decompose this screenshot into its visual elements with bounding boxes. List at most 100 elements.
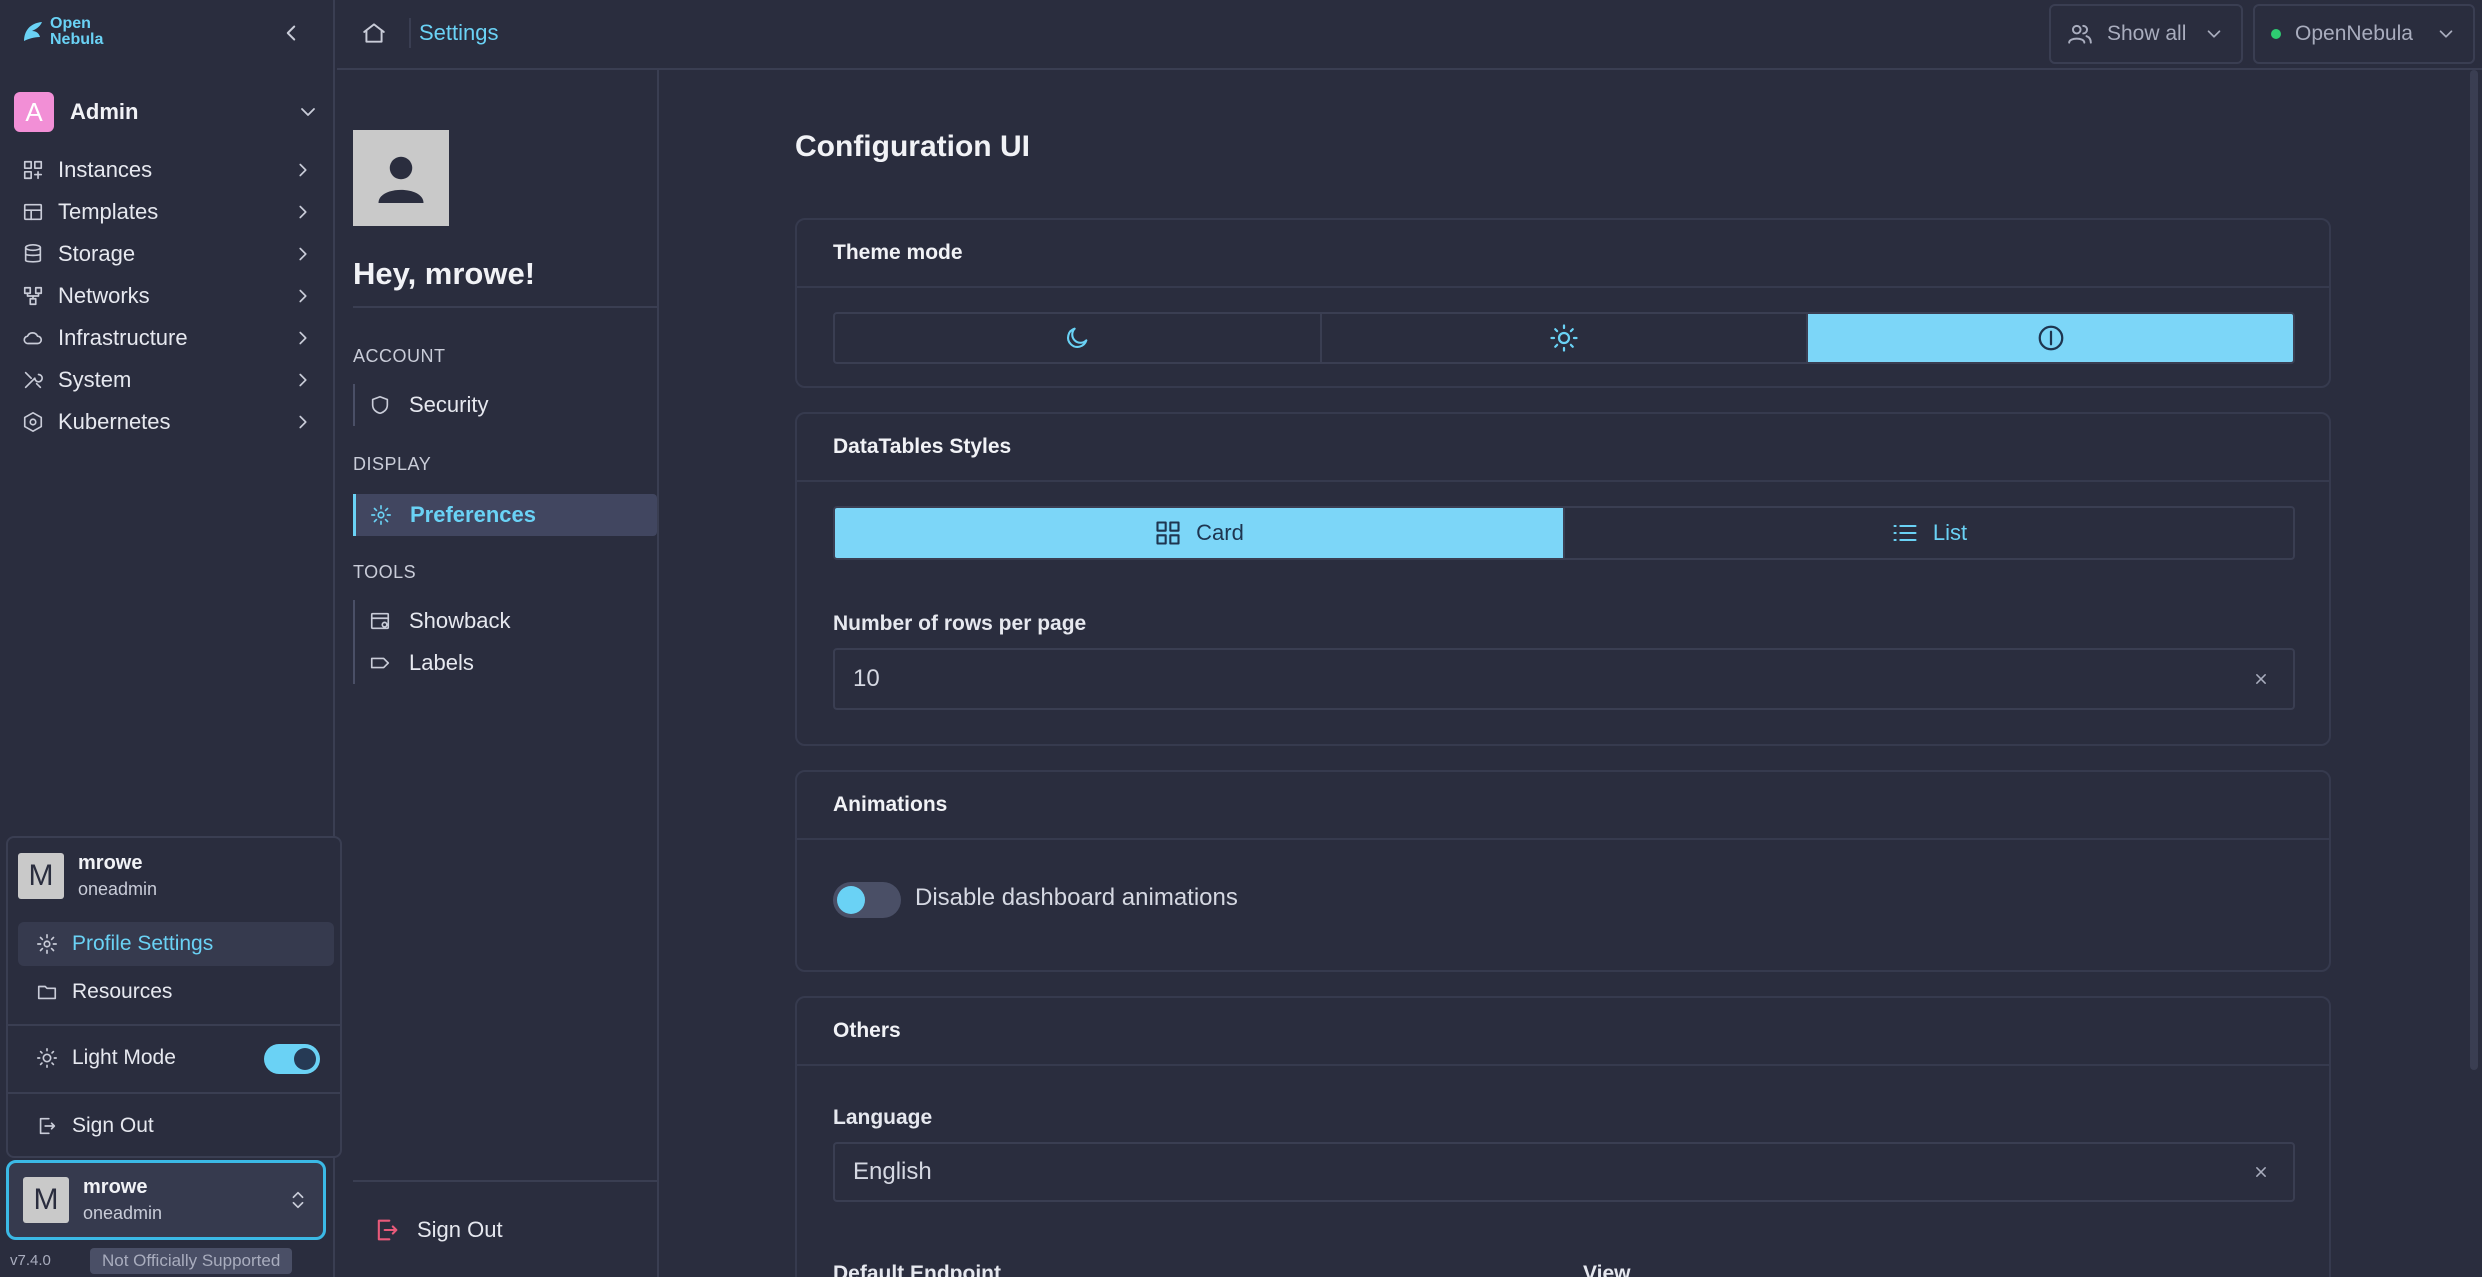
opennebula-logo[interactable]: Open Nebula: [20, 16, 103, 48]
rows-per-page-value: 10: [853, 665, 880, 692]
sidebar-item-instances[interactable]: Instances: [22, 152, 314, 188]
system-icon: [24, 371, 43, 389]
disable-animations-label: Disable dashboard animations: [915, 884, 1238, 911]
users-icon: [2068, 24, 2092, 44]
user-silhouette-icon: [378, 156, 424, 203]
profile-settings-menu-item[interactable]: Profile Settings: [18, 922, 334, 966]
sign-out-menu-item[interactable]: Sign Out: [18, 1104, 334, 1148]
theme-dark-button[interactable]: [835, 314, 1322, 362]
light-mode-toggle[interactable]: [264, 1044, 320, 1074]
disable-animations-toggle[interactable]: [833, 882, 901, 918]
shield-icon: [371, 395, 389, 415]
zone-status-dot: [2271, 29, 2281, 39]
user-name: mrowe: [78, 852, 143, 874]
light-mode-label: Light Mode: [72, 1046, 176, 1069]
section-heading-account: ACCOUNT: [353, 346, 446, 366]
avatar: M: [18, 853, 64, 899]
main-sidebar: Open Nebula A Admin Instances Templates …: [0, 0, 342, 1277]
theme-light-button[interactable]: [1322, 314, 1809, 362]
top-bar: Settings Show all OpenNebula: [337, 0, 2482, 70]
card-style-label: Card: [1196, 520, 1244, 545]
datatables-styles-card: DataTables Styles Card List Number of ro…: [795, 412, 2331, 746]
group-selector[interactable]: A Admin: [14, 92, 320, 132]
networks-icon: [23, 286, 43, 306]
label-icon: [370, 657, 390, 669]
settings-item-label: Preferences: [410, 502, 536, 527]
grid-icon: [1156, 521, 1180, 545]
settings-item-label: Security: [409, 392, 489, 417]
rows-per-page-select[interactable]: 10: [833, 648, 2295, 710]
sign-out-icon: [377, 1219, 398, 1241]
list-style-button[interactable]: List: [1565, 508, 2293, 558]
resources-menu-item[interactable]: Resources: [18, 970, 334, 1014]
language-select[interactable]: English: [833, 1142, 2295, 1202]
home-icon: [363, 23, 385, 43]
scrollbar[interactable]: [2470, 70, 2478, 1070]
settings-item-label: Labels: [409, 650, 474, 675]
avatar: M: [23, 1177, 69, 1223]
datatables-style-selector: Card List: [833, 506, 2295, 560]
settings-item-preferences[interactable]: Preferences: [353, 494, 657, 536]
kubernetes-icon: [23, 412, 43, 432]
sidebar-item-networks[interactable]: Networks: [22, 278, 314, 314]
sidebar-item-templates[interactable]: Templates: [22, 194, 314, 230]
settings-item-security[interactable]: Security: [353, 384, 657, 426]
clear-icon[interactable]: [2251, 1162, 2271, 1182]
folder-icon: [37, 985, 57, 1000]
sidebar-item-storage[interactable]: Storage: [22, 236, 314, 272]
card-title: Theme mode: [797, 220, 2329, 288]
theme-mode-card: Theme mode: [795, 218, 2331, 388]
opennebula-logo-icon: [24, 22, 42, 41]
page-title: Configuration UI: [795, 130, 1030, 163]
chevron-right-icon: [299, 205, 307, 219]
gear-icon: [37, 934, 57, 954]
theme-system-button[interactable]: [1808, 314, 2293, 362]
sidebar-item-system[interactable]: System: [22, 362, 314, 398]
user-group: oneadmin: [78, 879, 158, 899]
profile-avatar: [353, 130, 449, 226]
sign-out-icon: [39, 1117, 56, 1135]
chevron-right-icon: [299, 163, 307, 177]
chevron-down-icon: [301, 108, 315, 116]
divider: [353, 306, 659, 308]
cloud-icon: [23, 332, 43, 345]
chevron-right-icon: [299, 331, 307, 345]
user-account-button[interactable]: M mrowe oneadmin: [6, 1160, 326, 1240]
sign-out-button[interactable]: Sign Out: [373, 1216, 503, 1244]
collapse-sidebar-button[interactable]: [278, 20, 304, 46]
zone-dropdown-label: OpenNebula: [2295, 22, 2413, 45]
resources-label: Resources: [72, 980, 173, 1003]
greeting-heading: Hey, mrowe!: [353, 256, 536, 291]
card-title: Animations: [797, 772, 2329, 840]
profile-settings-label: Profile Settings: [72, 932, 214, 955]
list-style-label: List: [1932, 520, 1968, 545]
chevron-up-down-icon: [292, 1191, 304, 1209]
chevron-left-icon: [286, 25, 296, 41]
group-avatar: A: [14, 92, 54, 132]
settings-item-labels[interactable]: Labels: [353, 642, 657, 684]
animations-card: Animations Disable dashboard animations: [795, 770, 2331, 972]
breadcrumb-current[interactable]: Settings: [419, 20, 499, 46]
sign-out-label: Sign Out: [417, 1217, 503, 1242]
calendar-dollar-icon: [370, 612, 390, 630]
rows-per-page-label: Number of rows per page: [833, 612, 1087, 635]
filter-dropdown[interactable]: Show all: [2049, 4, 2243, 64]
clear-icon[interactable]: [2251, 669, 2271, 689]
settings-nav: Hey, mrowe! ACCOUNT Security DISPLAY Pre…: [337, 70, 659, 1277]
card-title: Others: [797, 998, 2329, 1066]
sidebar-item-kubernetes[interactable]: Kubernetes: [22, 404, 314, 440]
settings-item-showback[interactable]: Showback: [353, 600, 657, 642]
sidebar-item-infrastructure[interactable]: Infrastructure: [22, 320, 314, 356]
logo-text-line-1: Open: [50, 15, 91, 32]
support-status-badge: Not Officially Supported: [90, 1248, 293, 1274]
chevron-down-icon: [2207, 30, 2221, 38]
sidebar-item-label: Kubernetes: [58, 409, 171, 434]
language-label: Language: [833, 1106, 933, 1129]
home-button[interactable]: [361, 20, 387, 46]
card-style-button[interactable]: Card: [835, 508, 1565, 558]
info-icon: [2038, 325, 2064, 351]
sun-icon: [1550, 324, 1578, 352]
zone-dropdown[interactable]: OpenNebula: [2253, 4, 2475, 64]
settings-item-label: Showback: [409, 608, 511, 633]
sidebar-item-label: System: [58, 367, 132, 392]
